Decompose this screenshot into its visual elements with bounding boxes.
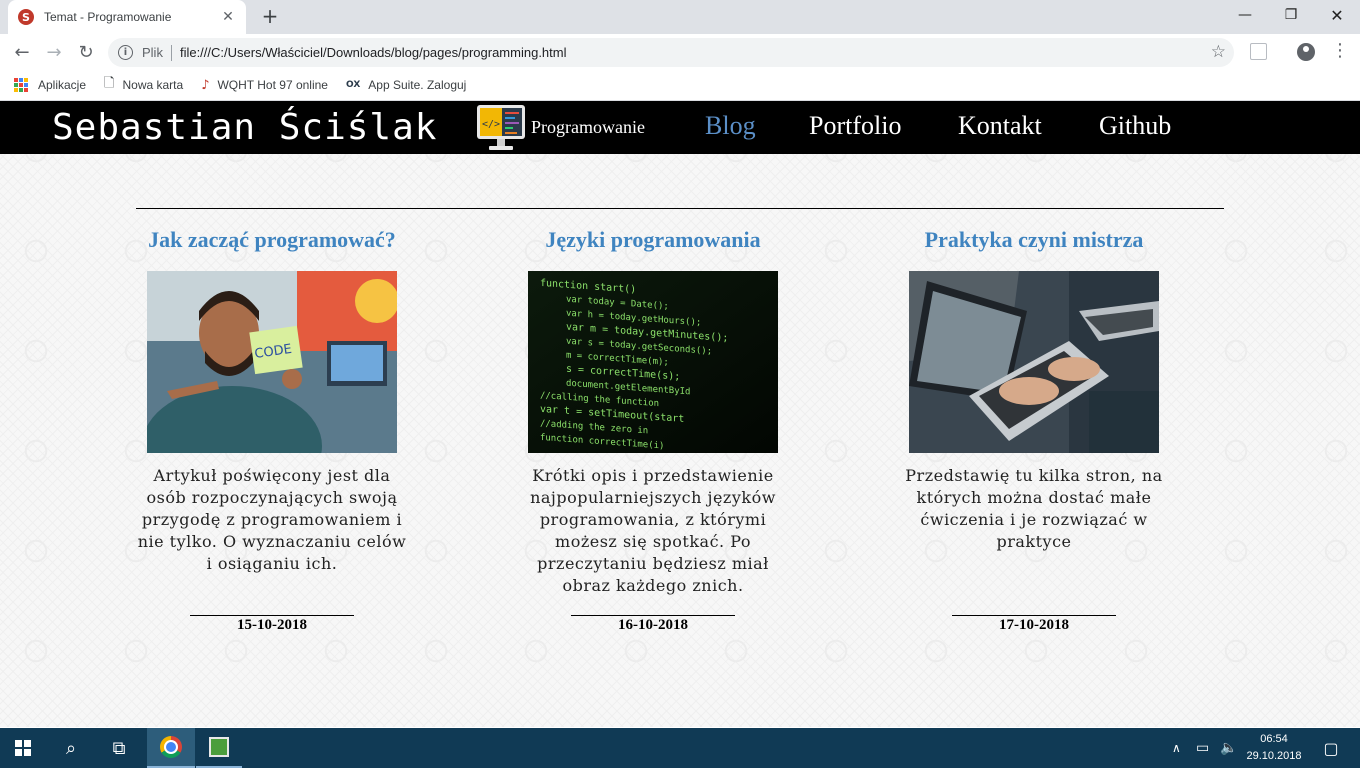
tab-title: Temat - Programowanie [44, 10, 172, 24]
nav-link-programowanie[interactable]: Programowanie [531, 117, 645, 138]
bookmarks-bar: Aplikacje 🗋 Nowa karta ♪ WQHT Hot 97 onl… [0, 70, 1360, 101]
system-clock[interactable]: 06:54 29.10.2018 [1244, 731, 1304, 765]
bookmark-label: WQHT Hot 97 online [217, 78, 328, 92]
bookmark-new-tab[interactable]: 🗋 Nowa karta [104, 74, 183, 96]
window-restore-button[interactable]: ❐ [1268, 0, 1314, 30]
article-date: 15-10-2018 [237, 617, 307, 633]
windows-taskbar: ⌕ ⧉ ∧ ▭ 🔈 06:54 29.10.2018 ▢ [0, 728, 1360, 768]
bookmark-label: Aplikacje [38, 78, 87, 92]
browser-menu-icon[interactable]: ⋮ [1331, 40, 1349, 61]
ox-icon: OX [345, 80, 361, 90]
article-date: 17-10-2018 [999, 617, 1069, 633]
chrome-icon [160, 736, 182, 758]
bookmark-wqht[interactable]: ♪ WQHT Hot 97 online [201, 78, 328, 93]
article-title[interactable]: Jak zacząć programować? [122, 227, 422, 257]
apps-grid-icon [14, 78, 28, 92]
app-icon [209, 737, 229, 757]
article-card: Jak zacząć programować? CODE Artykuł poś… [122, 227, 422, 634]
window-minimize-button[interactable]: — [1222, 0, 1268, 30]
browser-tab[interactable]: S Temat - Programowanie ✕ [8, 0, 246, 34]
info-icon[interactable]: i [118, 45, 133, 60]
back-button[interactable]: ← [9, 39, 35, 65]
bookmark-label: Nowa karta [122, 78, 184, 92]
clock-time: 06:54 [1260, 733, 1288, 745]
article-title[interactable]: Praktyka czyni mistrza [884, 227, 1184, 257]
tab-close-icon[interactable]: ✕ [220, 9, 236, 25]
bookmark-app-suite[interactable]: OX App Suite. Zaloguj [346, 78, 466, 92]
network-icon[interactable]: ▭ [1196, 728, 1209, 768]
bookmark-label: App Suite. Zaloguj [368, 78, 467, 92]
volume-icon[interactable]: 🔈 [1220, 728, 1237, 768]
bookmark-apps[interactable]: Aplikacje [14, 78, 86, 92]
taskbar-chrome-button[interactable] [147, 728, 195, 768]
site-name[interactable]: Sebastian Ściślak [52, 107, 437, 148]
bookmark-star-icon[interactable]: ☆ [1211, 42, 1226, 62]
forward-button[interactable]: → [41, 39, 67, 65]
scheme-label: Plik [142, 45, 163, 60]
article-card: Języki programowania function start() var… [503, 227, 803, 634]
profile-avatar-icon[interactable] [1297, 43, 1315, 61]
page-icon: 🗋 [104, 76, 115, 91]
web-page: Sebastian Ściślak </> Programowanie Blog… [0, 101, 1360, 727]
monitor-code-icon: </> [477, 105, 525, 150]
windows-logo-icon [15, 740, 31, 756]
article-image-laptop[interactable] [909, 271, 1159, 453]
article-image-developer[interactable]: CODE [147, 271, 397, 453]
article-date: 16-10-2018 [618, 617, 688, 633]
show-hidden-icons-button[interactable]: ∧ [1172, 728, 1181, 768]
new-tab-button[interactable]: + [258, 4, 282, 28]
date-divider [952, 615, 1116, 616]
address-bar[interactable]: i Plik file:///C:/Users/Właściciel/Downl… [108, 38, 1234, 67]
reload-button[interactable]: ↻ [73, 39, 99, 65]
date-divider [571, 615, 735, 616]
extension-icon[interactable] [1250, 43, 1267, 60]
browser-toolbar: ← → ↻ i Plik file:///C:/Users/Właściciel… [0, 34, 1360, 70]
section-divider [136, 208, 1224, 209]
radio-icon: ♪ [201, 77, 210, 93]
article-title[interactable]: Języki programowania [503, 227, 803, 257]
nav-link-github[interactable]: Github [1099, 111, 1171, 141]
nav-link-kontakt[interactable]: Kontakt [958, 111, 1042, 141]
monitor-code-glyph: </> [482, 119, 500, 130]
start-button[interactable] [0, 728, 46, 768]
nav-link-blog[interactable]: Blog [705, 111, 756, 141]
nav-link-portfolio[interactable]: Portfolio [809, 111, 901, 141]
site-favicon-icon: S [18, 9, 34, 25]
url-divider [170, 44, 172, 61]
article-excerpt: Krótki opis i przedstawienie najpopularn… [530, 466, 776, 595]
url-text[interactable]: file:///C:/Users/Właściciel/Downloads/bl… [180, 45, 567, 60]
clock-date: 29.10.2018 [1246, 750, 1302, 762]
article-excerpt: Artykuł poświęcony jest dla osób rozpocz… [137, 466, 407, 573]
search-button[interactable]: ⌕ [48, 728, 94, 768]
task-view-button[interactable]: ⧉ [96, 728, 142, 768]
action-center-icon[interactable]: ▢ [1316, 728, 1346, 768]
tab-strip: S Temat - Programowanie ✕ + — ❐ ✕ [0, 0, 1360, 34]
article-card: Praktyka czyni mistrza Przedstawię tu ki… [884, 227, 1184, 634]
date-divider [190, 615, 354, 616]
site-navbar: Sebastian Ściślak </> Programowanie Blog… [0, 101, 1360, 154]
article-excerpt: Przedstawię tu kilka stron, na których m… [905, 466, 1163, 551]
article-image-code[interactable]: function start()var today = Date();var h… [528, 271, 778, 453]
taskbar-app-button[interactable] [196, 728, 242, 768]
window-close-button[interactable]: ✕ [1314, 0, 1360, 30]
